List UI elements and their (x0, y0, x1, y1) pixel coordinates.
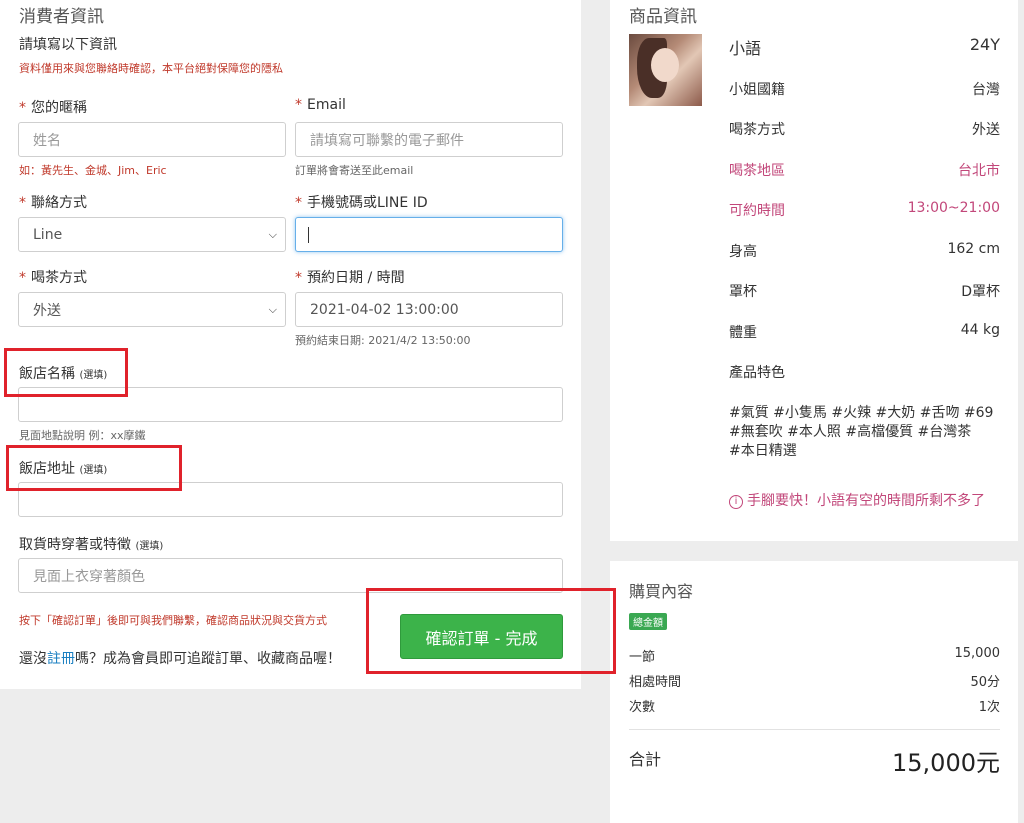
phone-line-label: * 手機號碼或LINE ID (295, 195, 428, 211)
tea-method-label: * 喝茶方式 (19, 270, 87, 286)
nationality-label: 小姐國籍 (729, 82, 785, 98)
purchase-line-label: 次數 (629, 700, 656, 715)
nationality-value: 台灣 (972, 82, 1000, 98)
product-name: 小語 (729, 39, 762, 58)
confirm-note: 按下「確認訂單」後即可與我們聯繫，確認商品狀況與交貨方式 (19, 614, 327, 627)
text-caret (308, 226, 309, 243)
features-label: 產品特色 (729, 365, 785, 381)
total-amount-badge: 總金額 (629, 613, 667, 630)
datetime-input[interactable]: 2021-04-02 13:00:00 (295, 292, 563, 327)
cup-value: D罩杯 (961, 284, 1000, 300)
email-hint: 訂單將會寄送至此email (295, 164, 414, 177)
purchase-line-label: 一節 (629, 650, 656, 665)
end-date-note: 預約結束日期: 2021/4/2 13:50:00 (295, 334, 471, 347)
nickname-label: * 您的暱稱 (19, 100, 87, 116)
chevron-down-icon: ⌵ (268, 227, 277, 241)
purchase-line-label: 相處時間 (629, 675, 682, 690)
annotation-box-hotel-name (4, 348, 128, 397)
contact-method-select[interactable]: Line ⌵ (18, 217, 286, 252)
nickname-input[interactable]: 姓名 (18, 122, 286, 157)
datetime-label: * 預約日期 / 時間 (295, 270, 405, 286)
annotation-box-confirm-button (366, 588, 616, 674)
meet-location-hint: 見面地點說明 例：xx摩鐵 (19, 429, 146, 442)
info-circle-icon: i (729, 495, 743, 509)
available-time-value: 13:00~21:00 (907, 200, 1000, 216)
product-age: 24Y (969, 35, 1000, 54)
tags-line-1: #氣質 #小隻馬 #火辣 #大奶 #舌吻 #69 (729, 405, 994, 421)
contact-method-value: Line (33, 226, 63, 243)
pickup-feature-label: 取貨時穿著或特徵 (選填) (19, 537, 164, 553)
form-subtitle: 請填寫以下資訊 (19, 37, 117, 53)
weight-label: 體重 (729, 325, 757, 341)
available-time-label: 可約時間 (729, 203, 785, 219)
area-label: 喝茶地區 (729, 163, 785, 179)
purchase-line-value: 1次 (978, 700, 1000, 715)
product-info-panel: 商品資訊 小語 24Y 小姐國籍 台灣 喝茶方式 外送 喝茶地區 台北市 可約時… (610, 0, 1018, 541)
register-link[interactable]: 註冊 (47, 651, 75, 667)
purchase-line-value: 15,000 (954, 646, 1001, 661)
purchase-panel: 購買內容 總金額 一節 15,000 相處時間 50分 次數 1次 合計 15,… (610, 561, 1018, 823)
consumer-info-panel: 消費者資訊 請填寫以下資訊 資料僅用來與您聯絡時確認，本平台絕對保障您的隱私 *… (0, 0, 581, 689)
nickname-hint: 如：黃先生、金城、Jim、Eric (19, 164, 167, 177)
tea-method-select[interactable]: 外送 ⌵ (18, 292, 286, 327)
tea-method-row-label: 喝茶方式 (729, 122, 785, 138)
privacy-note: 資料僅用來與您聯絡時確認，本平台絕對保障您的隱私 (19, 62, 283, 75)
chevron-down-icon: ⌵ (268, 302, 277, 316)
cup-label: 罩杯 (729, 284, 757, 300)
purchase-title: 購買內容 (629, 582, 694, 601)
register-prompt: 還沒註冊嗎？成為會員即可追蹤訂單、收藏商品喔！ (19, 651, 341, 667)
product-avatar[interactable] (629, 34, 702, 106)
tags-line-3: #本日精選 (729, 443, 797, 459)
availability-warning: i 手腳要快！小語有空的時間所剩不多了 (729, 490, 985, 510)
phone-line-input[interactable] (295, 217, 563, 252)
total-label: 合計 (629, 750, 662, 769)
tea-method-row-value: 外送 (972, 122, 1000, 138)
area-value: 台北市 (958, 163, 1000, 179)
tags-line-2: #無套吹 #本人照 #高檔優質 #台灣茶 (729, 424, 972, 440)
tea-method-value: 外送 (33, 302, 61, 319)
height-value: 162 cm (947, 241, 1000, 257)
email-label: * Email (295, 97, 346, 113)
purchase-line-value: 50分 (970, 675, 1000, 690)
contact-method-label: * 聯絡方式 (19, 195, 87, 211)
product-info-title: 商品資訊 (629, 7, 697, 27)
email-input[interactable]: 請填寫可聯繫的電子郵件 (295, 122, 563, 157)
consumer-info-title: 消費者資訊 (19, 7, 104, 27)
purchase-divider (629, 729, 1000, 730)
annotation-box-hotel-address (6, 445, 182, 491)
weight-value: 44 kg (960, 322, 1000, 338)
height-label: 身高 (729, 244, 757, 260)
total-value: 15,000元 (892, 749, 1000, 777)
